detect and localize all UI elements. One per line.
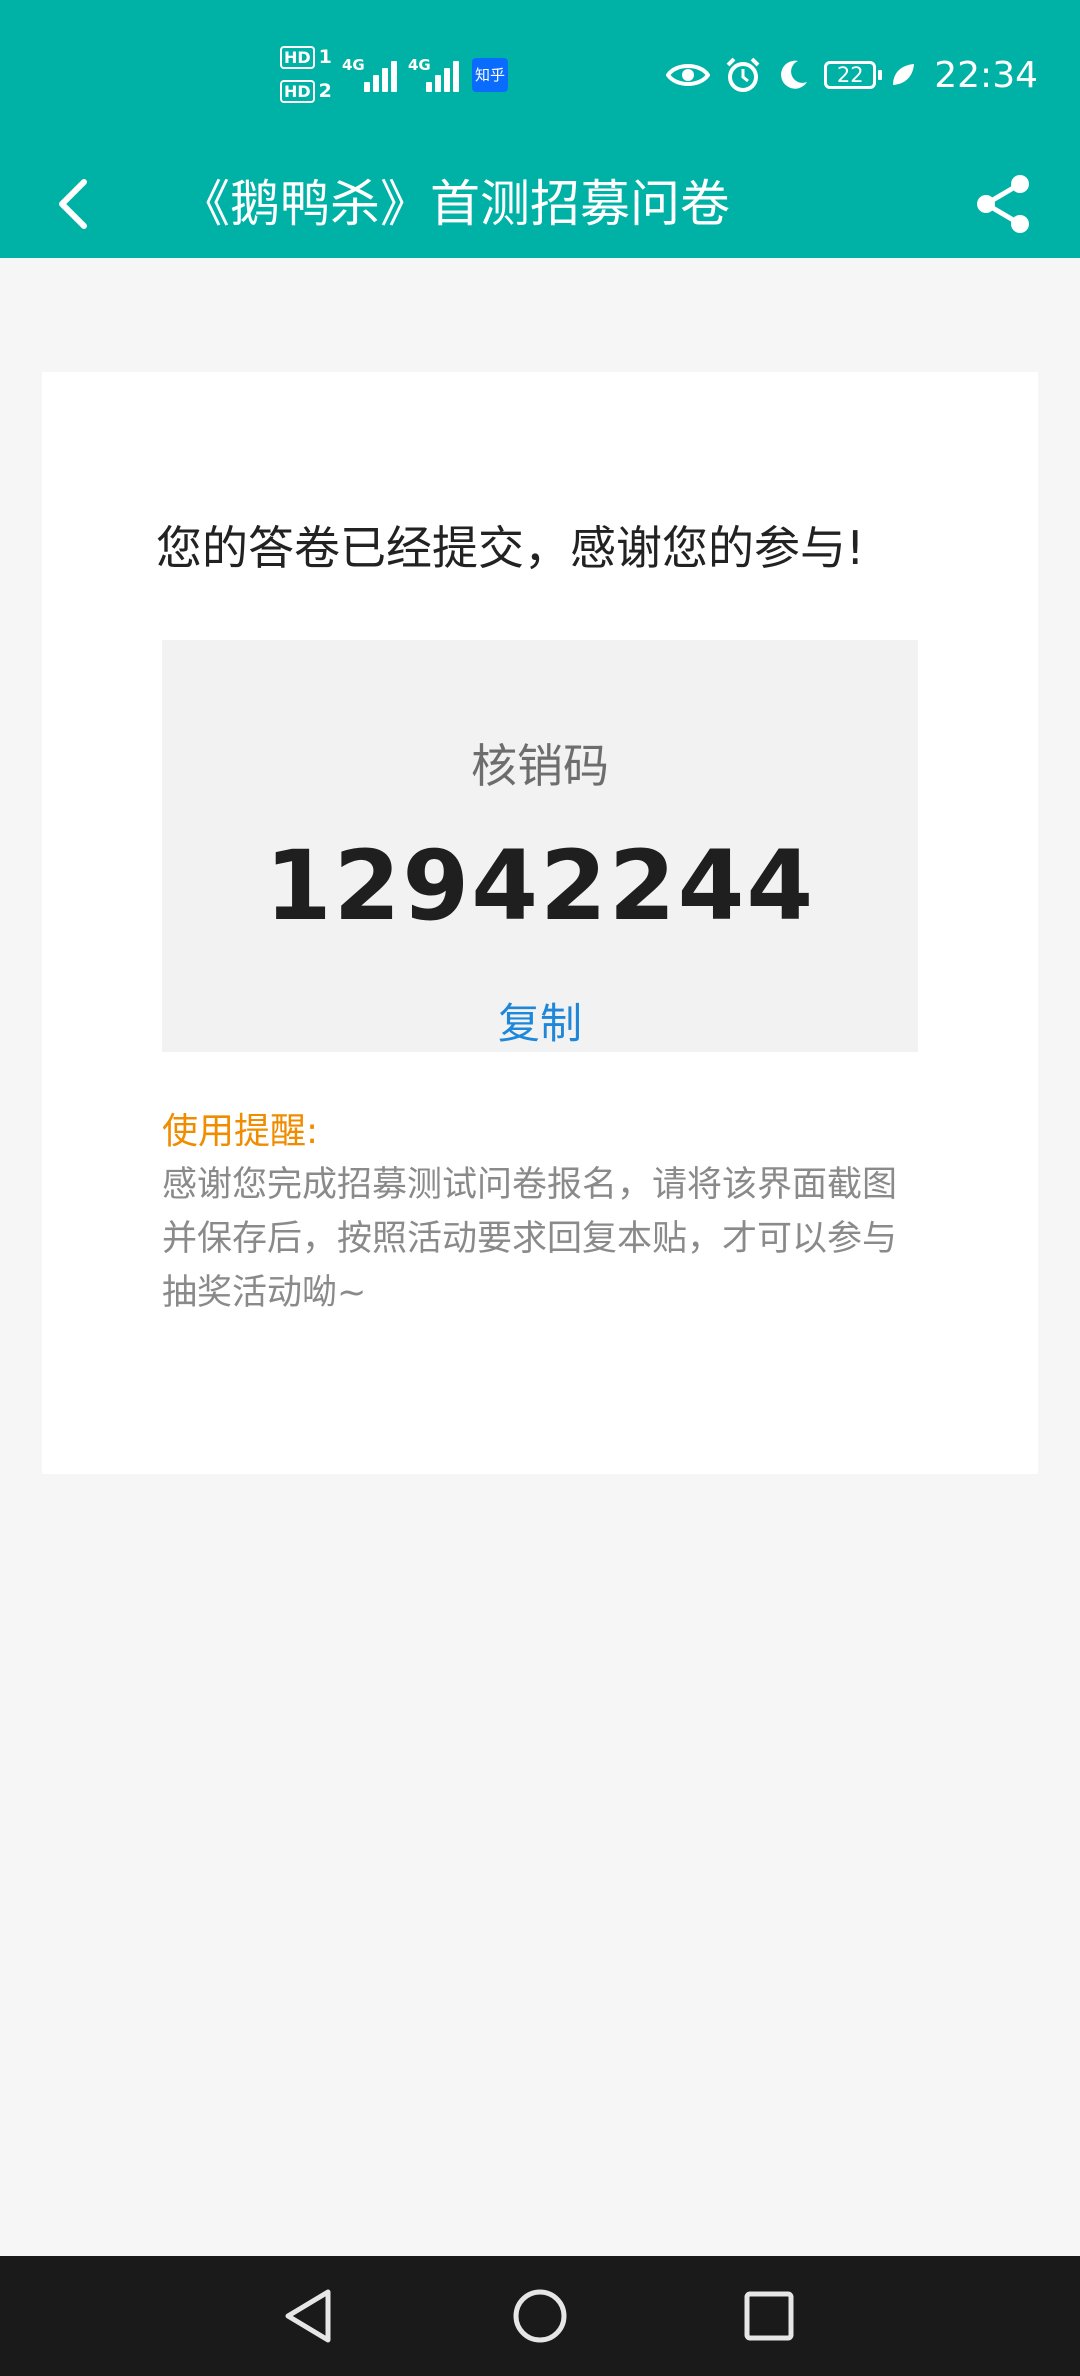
leaf-icon bbox=[893, 64, 915, 85]
clock: 22:34 bbox=[934, 54, 1038, 96]
hd-icon: HD bbox=[280, 80, 315, 103]
page-title: 《鹅鸭杀》首测招募问卷 bbox=[180, 175, 730, 233]
eye-icon bbox=[666, 64, 711, 86]
back-button[interactable] bbox=[46, 172, 106, 236]
nav-home-button[interactable] bbox=[507, 2286, 573, 2346]
result-card: 您的答卷已经提交，感谢您的参与! 核销码 12942244 复制 使用提醒: 感… bbox=[42, 372, 1038, 1474]
circle-home-icon bbox=[513, 2289, 567, 2343]
battery-icon: 22 bbox=[824, 61, 883, 89]
share-icon bbox=[977, 175, 1029, 233]
tip-text: 感谢您完成招募测试问卷报名，请将该界面截图并保存后，按照活动要求回复本贴，才可以… bbox=[162, 1165, 898, 1313]
battery-level: 22 bbox=[836, 63, 864, 87]
triangle-back-icon bbox=[285, 2289, 331, 2343]
zhihu-app-icon: 知乎 bbox=[472, 58, 508, 92]
sim1-indicator: HD 1 bbox=[280, 46, 332, 69]
hd-icon: HD bbox=[280, 46, 315, 69]
sim2-slot: 2 bbox=[318, 80, 332, 102]
success-message: 您的答卷已经提交，感谢您的参与! bbox=[156, 521, 865, 575]
network-type-1: 4G bbox=[342, 56, 365, 74]
status-icons: 22 22:34 bbox=[652, 50, 1038, 100]
tip-title: 使用提醒: bbox=[162, 1111, 319, 1152]
moon-icon bbox=[781, 60, 808, 89]
navigation-bar bbox=[0, 2256, 1080, 2376]
square-recents-icon bbox=[744, 2291, 794, 2341]
alarm-icon bbox=[726, 57, 760, 92]
app-bar: 《鹅鸭杀》首测招募问卷 bbox=[0, 150, 1080, 258]
copy-button[interactable]: 复制 bbox=[162, 990, 918, 1051]
status-bar: HD 1 HD 2 4G 4G 知乎 22 22:34 bbox=[0, 0, 1080, 150]
sim2-indicator: HD 2 bbox=[280, 80, 332, 103]
chevron-left-icon bbox=[59, 179, 87, 229]
sim1-slot: 1 bbox=[318, 46, 332, 68]
share-button[interactable] bbox=[972, 172, 1036, 236]
nav-recents-button[interactable] bbox=[736, 2286, 802, 2346]
code-value: 12942244 bbox=[264, 830, 816, 942]
redeem-code-box: 核销码 12942244 复制 bbox=[162, 640, 918, 1052]
code-label: 核销码 bbox=[471, 739, 609, 793]
signal-bars-icon bbox=[364, 56, 408, 92]
signal-bars-icon bbox=[426, 56, 470, 92]
nav-back-button[interactable] bbox=[276, 2286, 342, 2346]
signal-indicators: HD 1 HD 2 4G 4G bbox=[280, 44, 580, 108]
